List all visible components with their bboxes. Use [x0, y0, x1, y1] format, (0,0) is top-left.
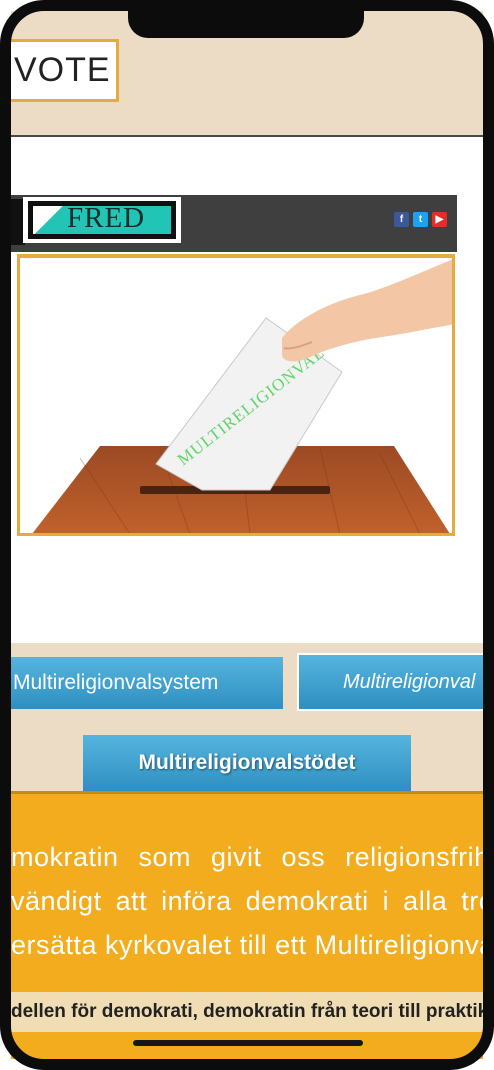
- intro-line: vändigt att införa demokrati i alla tros…: [11, 886, 483, 916]
- nav-button-label: Multireligionvalstödet: [138, 751, 356, 774]
- nav-band: Multireligionvalsystem Multireligionval …: [11, 643, 483, 791]
- intro-line: mokratin som givit oss religionsfrihet: [11, 842, 483, 872]
- site-banner: FRED f t ▶ MULTIRELIGIONVAL: [11, 195, 457, 538]
- news-ticker: dellen för demokrati, demokratin från te…: [11, 992, 483, 1032]
- intro-text-band: mokratin som givit oss religionsfrihet v…: [11, 791, 483, 1059]
- nav-button-label: Multireligionvalsystem: [13, 671, 219, 694]
- ticker-text: dellen för demokrati, demokratin från te…: [11, 1001, 483, 1022]
- nav-button-multireligionvalsystem[interactable]: Multireligionvalsystem: [11, 657, 283, 709]
- nav-button-multireligionvalstodet[interactable]: Multireligionvalstödet: [83, 735, 411, 791]
- intro-line: ersätta kyrkovalet till ett Multireligio…: [11, 930, 483, 960]
- vote-button[interactable]: VOTE: [11, 39, 119, 102]
- screen: VOTE FRED f t ▶ MULTIRELIGIONVAL Multire…: [11, 11, 483, 1059]
- ballot-box-illustration: MULTIRELIGIONVAL: [32, 259, 452, 533]
- vote-label: VOTE: [14, 51, 111, 89]
- logo-text: FRED: [67, 202, 146, 234]
- hero-image: MULTIRELIGIONVAL: [17, 254, 455, 536]
- site-topbar: FRED f t ▶: [11, 195, 457, 252]
- home-indicator[interactable]: [133, 1040, 363, 1046]
- facebook-icon[interactable]: f: [394, 212, 409, 227]
- twitter-icon[interactable]: t: [413, 212, 428, 227]
- nav-button-multireligionval[interactable]: Multireligionval: [297, 653, 483, 711]
- social-links: f t ▶: [394, 212, 447, 227]
- nav-button-label: Multireligionval: [343, 670, 476, 693]
- phone-notch: [128, 0, 364, 38]
- site-logo[interactable]: FRED: [28, 201, 176, 239]
- hand-illustration: [281, 259, 452, 362]
- youtube-icon[interactable]: ▶: [432, 212, 447, 227]
